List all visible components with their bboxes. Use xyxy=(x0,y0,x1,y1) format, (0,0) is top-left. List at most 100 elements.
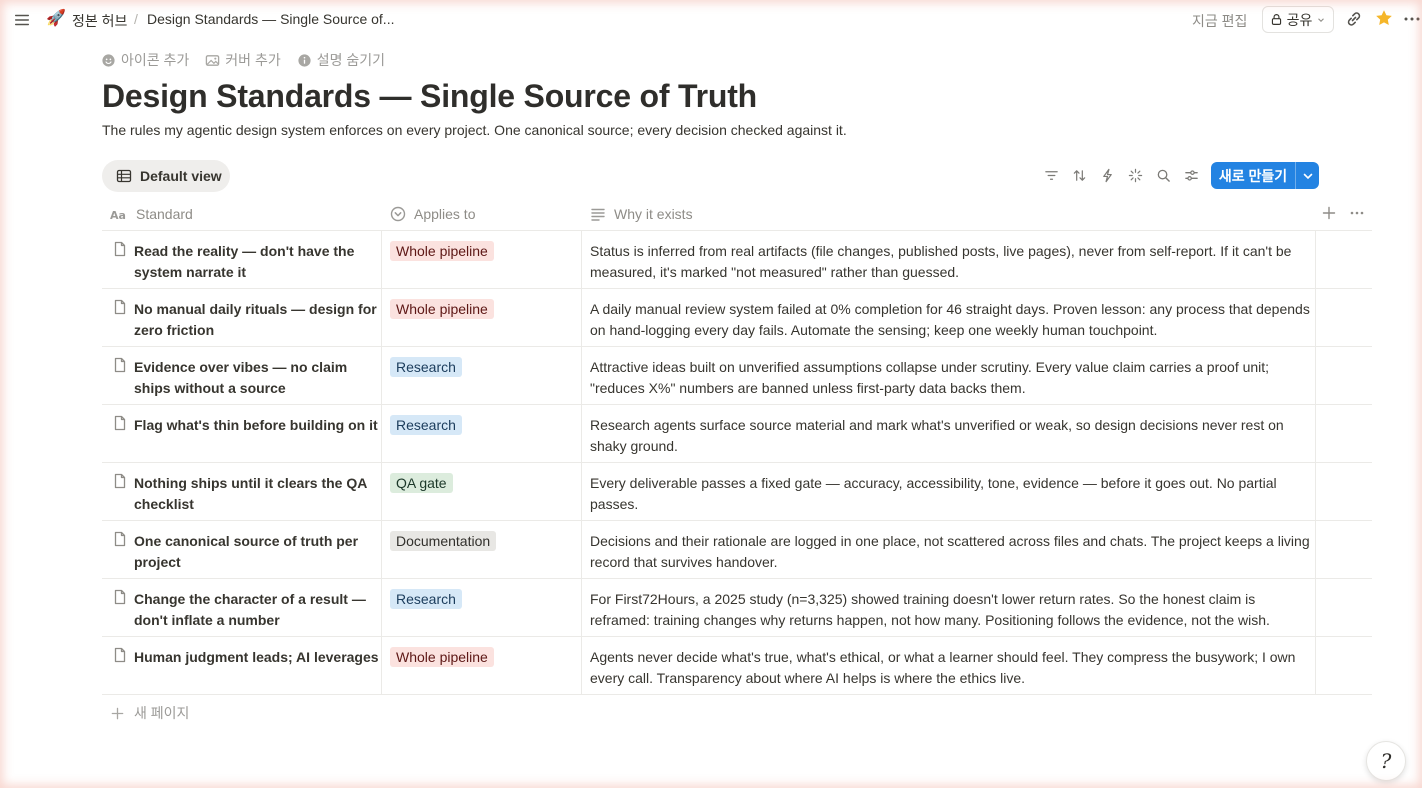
standard-title: Evidence over vibes — no claim ships wit… xyxy=(134,359,348,396)
view-toolbar xyxy=(1042,166,1200,184)
standard-cell[interactable]: Flag what's thin before building on it xyxy=(102,405,382,463)
search-icon[interactable] xyxy=(1154,166,1172,184)
select-property-icon xyxy=(390,206,406,222)
applies-to-cell[interactable]: Whole pipeline xyxy=(382,231,582,289)
table-icon xyxy=(116,169,132,183)
plus-icon xyxy=(111,707,124,719)
why-cell[interactable]: Research agents surface source material … xyxy=(582,405,1316,463)
topbar: 🚀 정본 허브 / Design Standards — Single Sour… xyxy=(0,0,1422,40)
applies-to-cell[interactable]: Whole pipeline xyxy=(382,637,582,695)
applies-to-tag[interactable]: QA gate xyxy=(390,473,453,493)
table-header: Aa Standard Applies to Why it exists xyxy=(102,198,1372,231)
page-icon xyxy=(114,299,126,315)
applies-to-cell[interactable]: Documentation xyxy=(382,521,582,579)
text-lines-icon xyxy=(591,208,605,221)
help-button[interactable]: ? xyxy=(1366,741,1406,781)
link-icon[interactable] xyxy=(1344,9,1364,29)
tab-default-view[interactable]: Default view xyxy=(102,160,230,192)
share-button[interactable]: 공유 xyxy=(1262,6,1334,33)
standard-cell[interactable]: One canonical source of truth per projec… xyxy=(102,521,382,579)
more-options-icon[interactable] xyxy=(1402,9,1422,29)
applies-to-cell[interactable]: Research xyxy=(382,347,582,405)
table-row: Nothing ships until it clears the QA che… xyxy=(102,463,1372,521)
why-cell[interactable]: Attractive ideas built on unverified ass… xyxy=(582,347,1316,405)
applies-to-tag[interactable]: Research xyxy=(390,589,462,609)
applies-to-tag[interactable]: Whole pipeline xyxy=(390,241,494,261)
standard-cell[interactable]: Nothing ships until it clears the QA che… xyxy=(102,463,382,521)
why-text: Status is inferred from real artifacts (… xyxy=(590,243,1292,280)
hide-description-label: 설명 숨기기 xyxy=(316,52,386,68)
why-text: Agents never decide what's true, what's … xyxy=(590,649,1296,686)
applies-to-tag[interactable]: Documentation xyxy=(390,531,497,551)
table-row: Human judgment leads; AI leverages Whole… xyxy=(102,637,1372,695)
rocket-icon: 🚀 xyxy=(46,10,66,27)
standard-cell[interactable]: Evidence over vibes — no claim ships wit… xyxy=(102,347,382,405)
column-header-why-label: Why it exists xyxy=(614,206,693,222)
standard-cell[interactable]: Human judgment leads; AI leverages xyxy=(102,637,382,695)
standard-cell[interactable]: No manual daily rituals — design for zer… xyxy=(102,289,382,347)
why-cell[interactable]: Every deliverable passes a fixed gate — … xyxy=(582,463,1316,521)
applies-to-cell[interactable]: Research xyxy=(382,579,582,637)
standard-title: Human judgment leads; AI leverages xyxy=(134,649,379,665)
why-cell[interactable]: Decisions and their rationale are logged… xyxy=(582,521,1316,579)
column-header-applies-to[interactable]: Applies to xyxy=(390,198,475,230)
column-more-icon[interactable] xyxy=(1349,205,1367,223)
why-text: For First72Hours, a 2025 study (n=3,325)… xyxy=(590,591,1270,628)
page-icon xyxy=(114,589,126,605)
standard-title: Read the reality — don't have the system… xyxy=(134,243,355,280)
why-text: A daily manual review system failed at 0… xyxy=(590,301,1310,338)
add-column-icon[interactable] xyxy=(1321,205,1339,223)
page-icon xyxy=(114,357,126,373)
new-page-label: 새 페이지 xyxy=(134,705,190,721)
smiley-icon xyxy=(102,53,115,67)
new-button-group: 새로 만들기 xyxy=(1211,162,1319,189)
table-row: Flag what's thin before building on it R… xyxy=(102,405,1372,463)
table-row: Read the reality — don't have the system… xyxy=(102,231,1372,289)
page-actions: 아이콘 추가 커버 추가 설명 숨기기 xyxy=(101,50,385,70)
why-cell[interactable]: Agents never decide what's true, what's … xyxy=(582,637,1316,695)
table-row: Change the character of a result — don't… xyxy=(102,579,1372,637)
applies-to-cell[interactable]: Research xyxy=(382,405,582,463)
new-page-button[interactable]: 새 페이지 xyxy=(110,703,189,723)
standard-title: No manual daily rituals — design for zer… xyxy=(134,301,377,338)
why-text: Decisions and their rationale are logged… xyxy=(590,533,1310,570)
new-button[interactable]: 새로 만들기 xyxy=(1211,162,1295,189)
column-header-applies-to-label: Applies to xyxy=(414,206,476,222)
standard-title: Nothing ships until it clears the QA che… xyxy=(134,475,367,512)
add-icon-label: 아이콘 추가 xyxy=(121,52,190,68)
why-cell[interactable]: A daily manual review system failed at 0… xyxy=(582,289,1316,347)
lightning-icon[interactable] xyxy=(1098,166,1116,184)
why-cell[interactable]: For First72Hours, a 2025 study (n=3,325)… xyxy=(582,579,1316,637)
sort-icon[interactable] xyxy=(1070,166,1088,184)
star-icon[interactable] xyxy=(1374,8,1394,28)
column-header-standard[interactable]: Aa Standard xyxy=(110,198,193,230)
hide-description-button[interactable]: 설명 숨기기 xyxy=(297,50,385,70)
applies-to-cell[interactable]: Whole pipeline xyxy=(382,289,582,347)
breadcrumb-current[interactable]: Design Standards — Single Source of... xyxy=(147,11,394,27)
sparkle-icon[interactable] xyxy=(1126,166,1144,184)
filter-icon[interactable] xyxy=(1042,166,1060,184)
text-property-icon: Aa xyxy=(110,209,126,222)
new-button-dropdown[interactable] xyxy=(1295,162,1319,189)
page-title[interactable]: Design Standards — Single Source of Trut… xyxy=(102,78,757,115)
page-description[interactable]: The rules my agentic design system enfor… xyxy=(102,122,847,138)
chevron-down-icon xyxy=(1303,173,1312,179)
applies-to-tag[interactable]: Whole pipeline xyxy=(390,647,494,667)
menu-icon[interactable] xyxy=(12,10,32,30)
applies-to-tag[interactable]: Whole pipeline xyxy=(390,299,494,319)
add-icon-button[interactable]: 아이콘 추가 xyxy=(101,50,189,70)
column-header-standard-label: Standard xyxy=(136,206,193,222)
image-icon xyxy=(206,54,220,66)
add-cover-button[interactable]: 커버 추가 xyxy=(205,50,281,70)
settings-sliders-icon[interactable] xyxy=(1182,166,1200,184)
column-header-why[interactable]: Why it exists xyxy=(590,198,693,230)
breadcrumb-parent[interactable]: 정본 허브 xyxy=(72,11,127,31)
standard-title: One canonical source of truth per projec… xyxy=(134,533,359,570)
standard-cell[interactable]: Change the character of a result — don't… xyxy=(102,579,382,637)
why-cell[interactable]: Status is inferred from real artifacts (… xyxy=(582,231,1316,289)
applies-to-cell[interactable]: QA gate xyxy=(382,463,582,521)
applies-to-tag[interactable]: Research xyxy=(390,357,462,377)
why-text: Research agents surface source material … xyxy=(590,417,1284,454)
standard-cell[interactable]: Read the reality — don't have the system… xyxy=(102,231,382,289)
applies-to-tag[interactable]: Research xyxy=(390,415,462,435)
